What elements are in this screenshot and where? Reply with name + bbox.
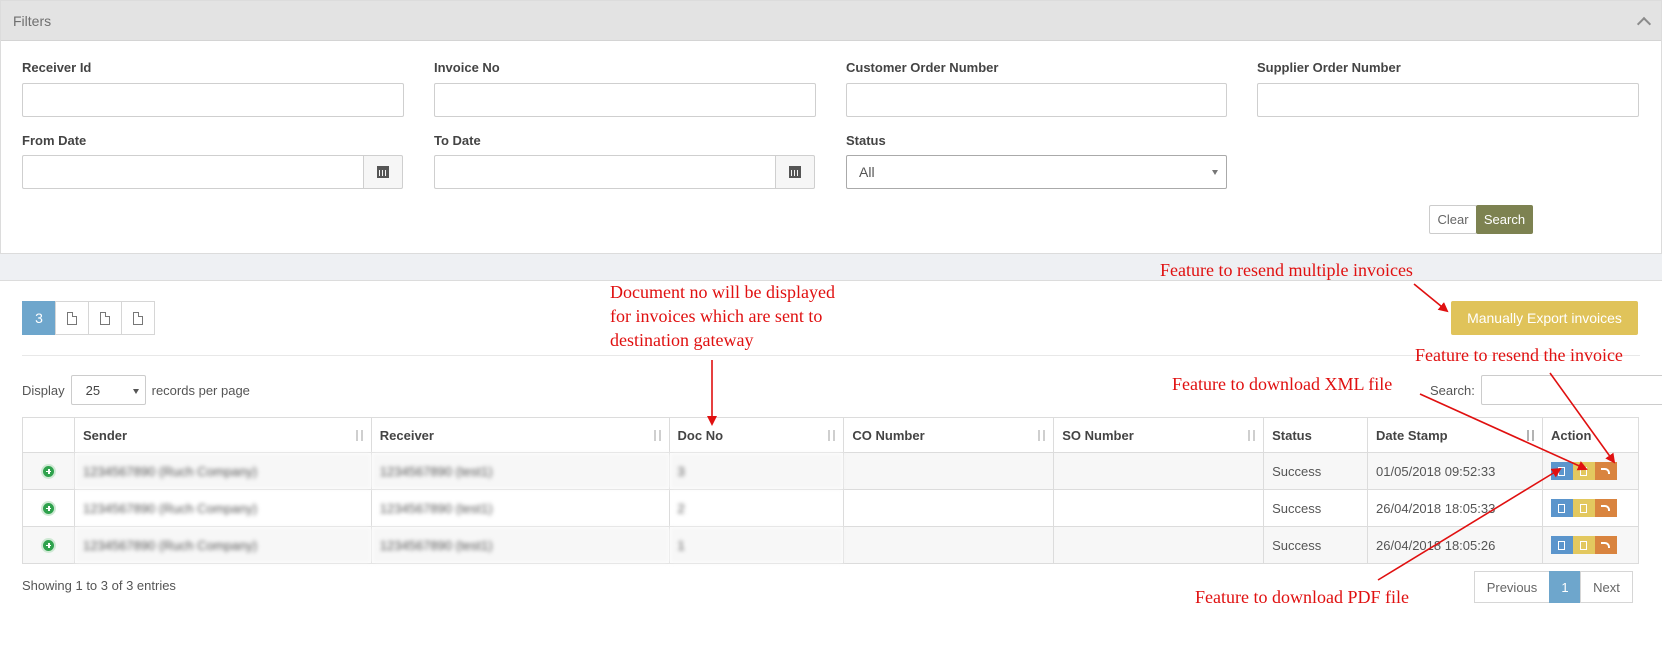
annotation-arrows bbox=[707, 283, 1616, 581]
download-xml-arrow bbox=[1419, 393, 1588, 471]
resend-invoice-arrow bbox=[1549, 372, 1616, 464]
resend-multiple-arrow bbox=[1413, 283, 1449, 313]
download-pdf-arrow bbox=[1377, 467, 1562, 581]
